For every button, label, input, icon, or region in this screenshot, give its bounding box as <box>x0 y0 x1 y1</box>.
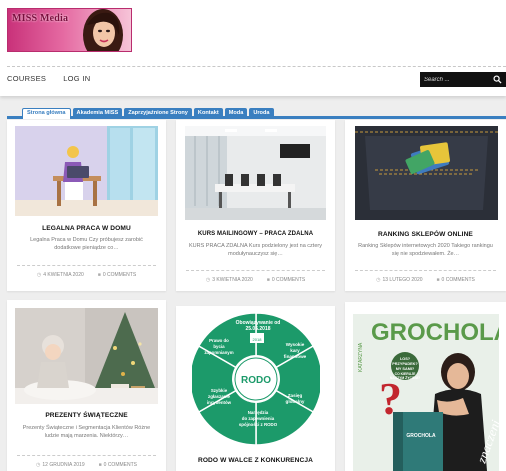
jeans-pocket-cards-photo <box>355 126 498 220</box>
svg-text:Szybkie: Szybkie <box>211 388 228 393</box>
post-thumbnail-book[interactable]: GROCHOLA KATARZYNA LOS? PRZYPADEK? MY SA… <box>353 314 499 471</box>
svg-text:bycia: bycia <box>213 344 225 349</box>
logo-portrait <box>83 9 123 51</box>
post-title[interactable]: RANKING SKLEPÓW ONLINE <box>345 231 506 238</box>
tab-uroda[interactable]: Uroda <box>249 108 274 119</box>
book-spine-title: GROCHOLA <box>406 433 436 439</box>
clock-icon: ◷ <box>205 277 211 283</box>
header-divider <box>7 66 506 67</box>
book-title: GROCHOLA <box>371 319 499 346</box>
svg-text:spójności z RODO: spójności z RODO <box>239 422 278 427</box>
svg-text:LOS?: LOS? <box>400 357 411 361</box>
post-card: PREZENTY ŚWIĄTECZNE Prezenty Świąteczne … <box>7 300 166 471</box>
svg-text:globalny: globalny <box>286 399 305 404</box>
post-card: RODO Obowiązywanie od 25.05.2018 2018 Wy… <box>176 306 335 471</box>
search-icon[interactable] <box>493 75 502 84</box>
post-thumbnail-kurs-mailingowy[interactable] <box>185 126 326 220</box>
svg-text:zgłaszanie: zgłaszanie <box>208 394 231 399</box>
nav-courses[interactable]: COURSES <box>7 74 46 83</box>
svg-text:25.05.2018: 25.05.2018 <box>245 326 270 332</box>
post-date: ◷ 4 KWIETNIA 2020 <box>36 272 84 278</box>
comment-icon: ■ <box>98 462 102 468</box>
site-logo[interactable]: MISS Media <box>7 8 132 52</box>
search-box <box>420 72 506 87</box>
post-title[interactable]: LEGALNA PRACA W DOMU <box>7 225 166 232</box>
woman-laptop-illustration <box>15 126 158 216</box>
post-comments[interactable]: ■ 0 COMMENTS <box>437 277 475 283</box>
post-excerpt: Ranking Sklepów internetowych 2020 Takie… <box>358 243 493 257</box>
book-author: KATARZYNA <box>358 342 364 372</box>
post-meta: ◷ 12 GRUDNIA 2019 ■ 0 COMMENTS <box>17 455 156 468</box>
post-thumbnail-legalna-praca[interactable] <box>15 126 158 216</box>
post-comments[interactable]: ■ 0 COMMENTS <box>98 272 136 278</box>
post-excerpt: KURS PRACA ZDALNA Kurs podzielony jest n… <box>189 243 322 257</box>
post-comments[interactable]: ■ 0 COMMENTS <box>267 277 305 283</box>
search-input[interactable] <box>424 74 490 85</box>
post-card: RANKING SKLEPÓW ONLINE Ranking Sklepów i… <box>345 120 506 291</box>
post-comments[interactable]: ■ 0 COMMENTS <box>99 462 137 468</box>
svg-text:Wysokie: Wysokie <box>286 342 305 347</box>
logo-text: MISS Media <box>12 13 69 24</box>
svg-text:kary: kary <box>290 348 300 353</box>
office-meeting-room-photo <box>185 126 326 220</box>
rodo-center-text: RODO <box>241 375 271 386</box>
svg-text:2018: 2018 <box>253 337 263 342</box>
post-meta: ◷ 3 KWIETNIA 2020 ■ 0 COMMENTS <box>186 270 325 283</box>
tab-zaprzyjaznione-strony[interactable]: Zaprzyjaźnione Strony <box>124 108 192 119</box>
category-tabs: Strona główna Akademia MISS Zaprzyjaźnio… <box>7 107 506 119</box>
post-title[interactable]: RODO W WALCE Z KONKURENCJA <box>176 457 335 464</box>
post-excerpt: Legalna Praca w Domu Czy próbujesz zarob… <box>30 237 143 251</box>
book-cover-image: GROCHOLA KATARZYNA LOS? PRZYPADEK? MY SA… <box>353 314 499 471</box>
nav-login[interactable]: LOG IN <box>63 74 90 83</box>
post-date: ◷ 3 KWIETNIA 2020 <box>205 277 253 283</box>
tab-strona-glowna[interactable]: Strona główna <box>22 108 71 119</box>
svg-text:incydentów: incydentów <box>207 400 232 405</box>
comment-icon: ■ <box>97 272 101 278</box>
svg-text:finansowe: finansowe <box>284 354 307 359</box>
post-card: KURS MAILINGOWY – PRACA ZDALNA KURS PRAC… <box>176 120 335 291</box>
post-title[interactable]: PREZENTY ŚWIĄTECZNE <box>7 412 166 419</box>
post-meta: ◷ 13 LUTEGO 2020 ■ 0 COMMENTS <box>355 270 496 283</box>
post-date: ◷ 12 GRUDNIA 2019 <box>36 462 85 468</box>
tab-akademia-miss[interactable]: Akademia MISS <box>72 108 123 119</box>
svg-text:Prawo do: Prawo do <box>209 338 229 343</box>
site-header: MISS Media COURSES LOG IN <box>0 0 506 96</box>
girl-christmas-tree-photo <box>15 308 158 404</box>
post-meta: ◷ 4 KWIETNIA 2020 ■ 0 COMMENTS <box>17 265 156 278</box>
clock-icon: ◷ <box>36 272 42 278</box>
top-nav: COURSES LOG IN <box>7 74 90 83</box>
svg-text:MY SAMI?: MY SAMI? <box>396 367 415 371</box>
post-card: LEGALNA PRACA W DOMU Legalna Praca w Dom… <box>7 120 166 291</box>
tab-kontakt[interactable]: Kontakt <box>193 108 223 119</box>
post-card: GROCHOLA KATARZYNA LOS? PRZYPADEK? MY SA… <box>345 302 506 471</box>
svg-text:PRZYPADEK?: PRZYPADEK? <box>392 362 418 366</box>
post-excerpt: Prezenty Świąteczne i Segmentacja Klient… <box>22 425 151 439</box>
svg-text:Zasięg: Zasięg <box>288 393 303 398</box>
rodo-infographic: RODO Obowiązywanie od 25.05.2018 2018 Wy… <box>192 310 320 448</box>
post-thumbnail-ranking-sklepow[interactable] <box>355 126 498 220</box>
tab-moda[interactable]: Moda <box>224 108 248 119</box>
clock-icon: ◷ <box>376 277 381 283</box>
svg-text:zapomnianym: zapomnianym <box>204 350 233 355</box>
svg-text:do zapewnienia: do zapewnienia <box>242 416 275 421</box>
post-thumbnail-rodo[interactable]: RODO Obowiązywanie od 25.05.2018 2018 Wy… <box>192 310 320 448</box>
post-date: ◷ 13 LUTEGO 2020 <box>376 277 423 283</box>
svg-text:Narzędzia: Narzędzia <box>248 410 269 415</box>
post-thumbnail-prezenty[interactable] <box>15 308 158 404</box>
comment-icon: ■ <box>266 277 270 283</box>
post-title[interactable]: KURS MAILINGOWY – PRACA ZDALNA <box>176 231 335 237</box>
comment-icon: ■ <box>436 277 440 283</box>
clock-icon: ◷ <box>36 462 41 468</box>
